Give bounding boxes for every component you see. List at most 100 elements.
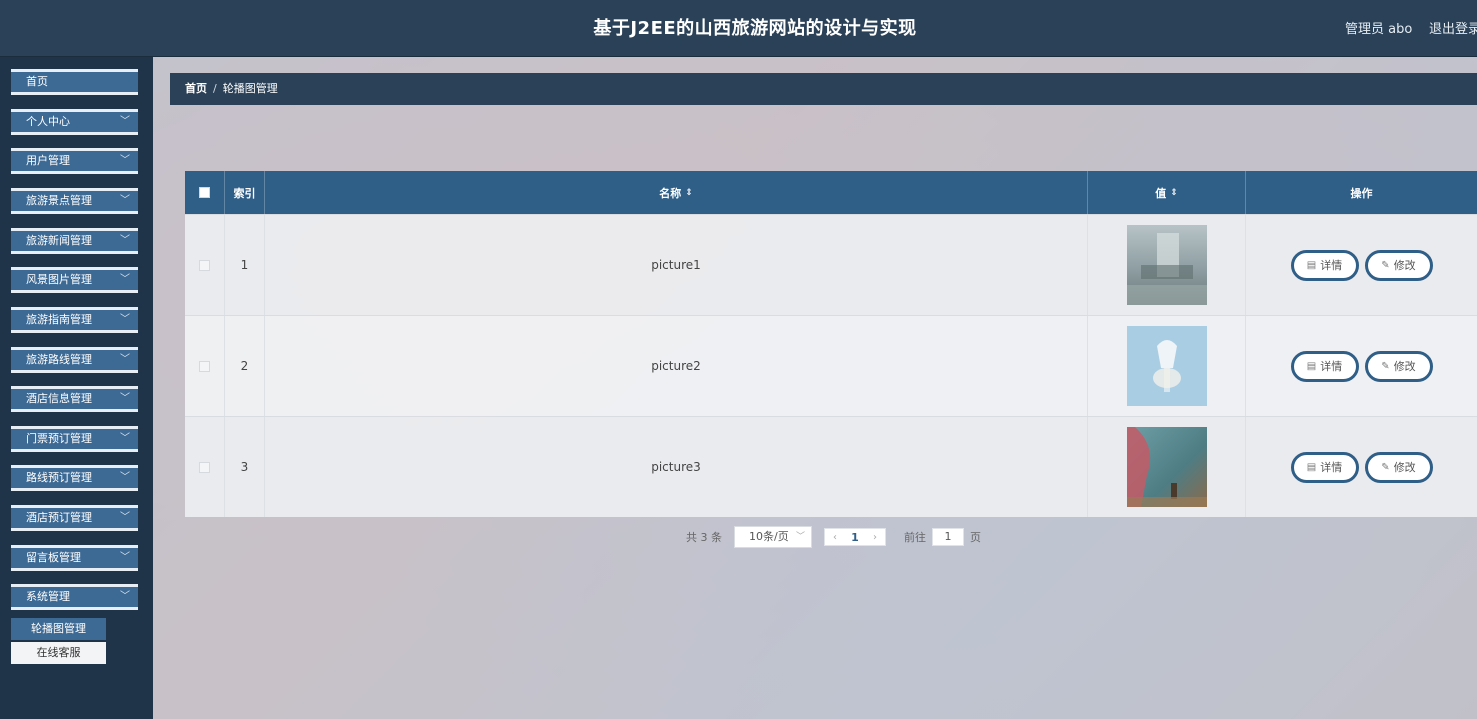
detail-button-label: 详情 xyxy=(1320,259,1343,272)
table-row: 2 picture2 ▤ 详情 ✎ 修改 xyxy=(185,315,1477,416)
sidebar-item-label: 用户管理 xyxy=(26,154,70,167)
detail-button[interactable]: ▤ 详情 xyxy=(1290,451,1359,483)
row-ops: ▤ 详情 ✎ 修改 xyxy=(1246,215,1477,315)
edit-button-label: 修改 xyxy=(1393,360,1416,373)
sidebar-item-label: 个人中心 xyxy=(26,115,70,128)
select-all-checkbox[interactable] xyxy=(199,187,210,198)
sidebar-item-news[interactable]: 旅游新闻管理 ﹀ xyxy=(11,228,138,254)
header-select-cell xyxy=(185,171,225,214)
chevron-down-icon: ﹀ xyxy=(120,591,130,602)
header-index: 索引 xyxy=(225,171,265,214)
sidebar-item-scenery-photos[interactable]: 风景图片管理 ﹀ xyxy=(11,267,138,293)
sidebar-item-label: 酒店信息管理 xyxy=(26,392,92,405)
sort-icon[interactable]: ⇕ xyxy=(685,188,693,198)
edit-button-label: 修改 xyxy=(1393,259,1416,272)
goto-page-input[interactable]: 1 xyxy=(932,528,964,546)
row-value-cell xyxy=(1088,215,1246,315)
row-select-cell xyxy=(185,417,225,517)
sidebar-item-label: 首页 xyxy=(26,75,48,88)
submenu-item-online-service[interactable]: 在线客服 xyxy=(11,642,106,664)
row-name: picture3 xyxy=(265,417,1088,517)
carousel-thumbnail[interactable] xyxy=(1126,326,1207,406)
row-ops: ▤ 详情 ✎ 修改 xyxy=(1246,316,1477,416)
chevron-down-icon: ﹀ xyxy=(120,512,130,523)
sidebar-item-label: 旅游指南管理 xyxy=(26,313,92,326)
sidebar-item-label: 酒店预订管理 xyxy=(26,511,92,524)
edit-button[interactable]: ✎ 修改 xyxy=(1364,350,1433,382)
page-size-value: 10条/页 xyxy=(749,530,789,543)
detail-button[interactable]: ▤ 详情 xyxy=(1290,350,1359,382)
goto-suffix: 页 xyxy=(970,531,981,544)
chevron-down-icon: ﹀ xyxy=(120,314,130,325)
chevron-down-icon: ﹀ xyxy=(120,116,130,127)
sidebar-item-label: 留言板管理 xyxy=(26,551,81,564)
header-name-label: 名称 xyxy=(659,186,682,200)
row-select-cell xyxy=(185,215,225,315)
header-name[interactable]: 名称 ⇕ xyxy=(265,171,1088,214)
sidebar-item-route-booking[interactable]: 路线预订管理 ﹀ xyxy=(11,465,138,491)
pagination-total: 共 3 条 xyxy=(686,531,722,544)
logout-link[interactable]: 退出登录 xyxy=(1429,18,1477,37)
row-index: 1 xyxy=(225,215,265,315)
row-checkbox[interactable] xyxy=(199,259,210,271)
chevron-down-icon: ﹀ xyxy=(120,155,130,166)
prev-page-icon[interactable]: ‹ xyxy=(825,532,845,543)
document-icon: ▤ xyxy=(1306,461,1317,473)
pagination: 共 3 条 10条/页 ﹀ ‹ 1 › 前往 1 页 xyxy=(686,526,981,548)
top-header: 基于J2EE的山西旅游网站的设计与实现 管理员 abo 退出登录 xyxy=(0,0,1477,57)
chevron-down-icon: ﹀ xyxy=(120,195,130,206)
sidebar-item-label: 系统管理 xyxy=(26,590,70,603)
sidebar-item-message-board[interactable]: 留言板管理 ﹀ xyxy=(11,545,138,571)
detail-button-label: 详情 xyxy=(1320,461,1343,474)
sidebar-item-guides[interactable]: 旅游指南管理 ﹀ xyxy=(11,307,138,333)
table-header: 索引 名称 ⇕ 值 ⇕ 操作 xyxy=(185,171,1477,214)
chevron-down-icon: ﹀ xyxy=(120,472,130,483)
main-content: 首页 / 轮播图管理 索引 名称 ⇕ 值 ⇕ 操作 1 picture1 ▤ 详… xyxy=(153,57,1477,719)
page-buttons: ‹ 1 › xyxy=(824,528,886,546)
sidebar-item-home[interactable]: 首页 xyxy=(11,69,138,95)
sidebar: 首页 个人中心 ﹀ 用户管理 ﹀ 旅游景点管理 ﹀ 旅游新闻管理 ﹀ 风景图片管理 ﹀ 旅… xyxy=(0,57,153,719)
sidebar-item-routes[interactable]: 旅游路线管理 ﹀ xyxy=(11,347,138,373)
detail-button[interactable]: ▤ 详情 xyxy=(1290,249,1359,281)
sidebar-item-users[interactable]: 用户管理 ﹀ xyxy=(11,148,138,174)
sidebar-item-personal-center[interactable]: 个人中心 ﹀ xyxy=(11,109,138,135)
sidebar-item-hotel-booking[interactable]: 酒店预订管理 ﹀ xyxy=(11,505,138,531)
sidebar-item-system[interactable]: 系统管理 ﹀ xyxy=(11,584,138,610)
header-value[interactable]: 值 ⇕ xyxy=(1088,171,1246,214)
table-row: 1 picture1 ▤ 详情 ✎ 修改 xyxy=(185,214,1477,315)
pencil-icon: ✎ xyxy=(1381,259,1390,271)
carousel-thumbnail[interactable] xyxy=(1126,427,1207,507)
pencil-icon: ✎ xyxy=(1381,360,1390,372)
carousel-thumbnail[interactable] xyxy=(1126,225,1207,305)
page-size-select[interactable]: 10条/页 ﹀ xyxy=(734,526,812,548)
row-checkbox[interactable] xyxy=(199,360,210,372)
app-title: 基于J2EE的山西旅游网站的设计与实现 xyxy=(593,18,917,39)
sidebar-item-scenic-spots[interactable]: 旅游景点管理 ﹀ xyxy=(11,188,138,214)
table-row: 3 picture3 ▤ 详情 ✎ 修改 xyxy=(185,416,1477,517)
edit-button[interactable]: ✎ 修改 xyxy=(1364,451,1433,483)
submenu-item-carousel[interactable]: 轮播图管理 xyxy=(11,618,106,640)
row-checkbox[interactable] xyxy=(199,461,210,473)
breadcrumb: 首页 / 轮播图管理 xyxy=(170,73,1477,105)
chevron-down-icon: ﹀ xyxy=(120,354,130,365)
admin-username: 管理员 abo xyxy=(1345,22,1413,37)
chevron-down-icon: ﹀ xyxy=(120,235,130,246)
chevron-down-icon: ﹀ xyxy=(120,552,130,563)
page-number[interactable]: 1 xyxy=(845,531,865,544)
sidebar-item-label: 风景图片管理 xyxy=(26,273,92,286)
edit-button[interactable]: ✎ 修改 xyxy=(1364,249,1433,281)
edit-button-label: 修改 xyxy=(1393,461,1416,474)
pencil-icon: ✎ xyxy=(1381,461,1390,473)
sidebar-item-hotels[interactable]: 酒店信息管理 ﹀ xyxy=(11,386,138,412)
sidebar-item-label: 门票预订管理 xyxy=(26,432,92,445)
row-ops: ▤ 详情 ✎ 修改 xyxy=(1246,417,1477,517)
sort-icon[interactable]: ⇕ xyxy=(1170,188,1178,198)
next-page-icon[interactable]: › xyxy=(865,532,885,543)
chevron-down-icon: ﹀ xyxy=(795,532,805,542)
document-icon: ▤ xyxy=(1306,360,1317,372)
sidebar-item-ticket-booking[interactable]: 门票预订管理 ﹀ xyxy=(11,426,138,452)
row-index: 2 xyxy=(225,316,265,416)
breadcrumb-current: 轮播图管理 xyxy=(222,82,278,95)
breadcrumb-home[interactable]: 首页 xyxy=(185,82,207,95)
chevron-down-icon: ﹀ xyxy=(120,274,130,285)
